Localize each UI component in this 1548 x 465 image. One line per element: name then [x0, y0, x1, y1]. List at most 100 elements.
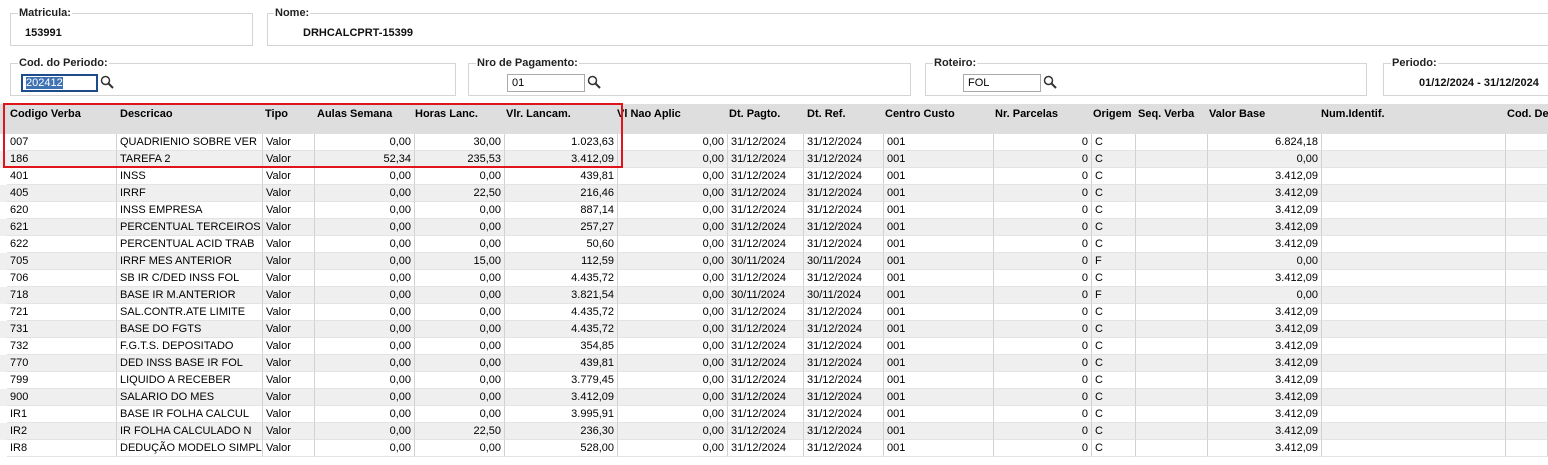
cell-valor-base[interactable]: 3.412,09 — [1208, 168, 1322, 185]
cell-centro-custo[interactable]: 001 — [884, 355, 994, 372]
cell-dt-pagto[interactable]: 31/12/2024 — [728, 355, 804, 372]
cell-codigo-verba[interactable]: IR1 — [7, 406, 117, 423]
cell-origem[interactable]: C — [1092, 270, 1136, 287]
cell-cod-de[interactable] — [1506, 287, 1548, 304]
cell-vl-nao-aplic[interactable]: 0,00 — [618, 134, 728, 151]
cell-descricao[interactable]: BASE IR FOLHA CALCUL — [117, 406, 263, 423]
cell-descricao[interactable]: PERCENTUAL ACID TRAB — [117, 236, 263, 253]
cell-horas-lanc[interactable]: 0,00 — [415, 372, 505, 389]
cell-valor-base[interactable]: 3.412,09 — [1208, 236, 1322, 253]
cell-tipo[interactable]: Valor — [263, 355, 315, 372]
cell-aulas-semana[interactable]: 0,00 — [315, 270, 415, 287]
cell-dt-pagto[interactable]: 31/12/2024 — [728, 372, 804, 389]
cell-vl-nao-aplic[interactable]: 0,00 — [618, 321, 728, 338]
cell-horas-lanc[interactable]: 0,00 — [415, 321, 505, 338]
cell-nr-parcelas[interactable]: 0 — [994, 219, 1092, 236]
cell-centro-custo[interactable]: 001 — [884, 304, 994, 321]
cell-aulas-semana[interactable]: 0,00 — [315, 219, 415, 236]
cell-tipo[interactable]: Valor — [263, 338, 315, 355]
cell-seq-verba[interactable] — [1136, 168, 1208, 185]
cell-horas-lanc[interactable]: 0,00 — [415, 304, 505, 321]
cell-aulas-semana[interactable]: 0,00 — [315, 355, 415, 372]
cell-tipo[interactable]: Valor — [263, 168, 315, 185]
cell-dt-ref[interactable]: 31/12/2024 — [804, 423, 884, 440]
cell-vl-nao-aplic[interactable]: 0,00 — [618, 185, 728, 202]
table-row[interactable]: IR2 IR FOLHA CALCULADO N Valor 0,00 22,50 236… — [0, 423, 1548, 440]
cell-vl-nao-aplic[interactable]: 0,00 — [618, 168, 728, 185]
cell-aulas-semana[interactable]: 0,00 — [315, 389, 415, 406]
cell-vlr-lancam[interactable]: 236,30 — [505, 423, 618, 440]
cell-codigo-verba[interactable]: 007 — [7, 134, 117, 151]
cell-vl-nao-aplic[interactable]: 0,00 — [618, 440, 728, 457]
cell-centro-custo[interactable]: 001 — [884, 270, 994, 287]
cell-seq-verba[interactable] — [1136, 270, 1208, 287]
header-origem[interactable]: Origem — [1093, 108, 1132, 120]
cell-origem[interactable]: C — [1092, 321, 1136, 338]
table-row[interactable]: 732 F.G.T.S. DEPOSITADO Valor 0,00 0,00 354,8… — [0, 338, 1548, 355]
cell-vl-nao-aplic[interactable]: 0,00 — [618, 253, 728, 270]
cell-origem[interactable]: C — [1092, 304, 1136, 321]
cell-centro-custo[interactable]: 001 — [884, 321, 994, 338]
table-row[interactable]: 007 QUADRIENIO SOBRE VER Valor 0,00 30,00 1.0… — [0, 134, 1548, 151]
cell-nr-parcelas[interactable]: 0 — [994, 338, 1092, 355]
cell-vl-nao-aplic[interactable]: 0,00 — [618, 236, 728, 253]
cell-seq-verba[interactable] — [1136, 134, 1208, 151]
cell-cod-de[interactable] — [1506, 389, 1548, 406]
cell-valor-base[interactable]: 3.412,09 — [1208, 440, 1322, 457]
cell-origem[interactable]: F — [1092, 253, 1136, 270]
cell-aulas-semana[interactable]: 0,00 — [315, 406, 415, 423]
cell-vlr-lancam[interactable]: 1.023,63 — [505, 134, 618, 151]
cell-valor-base[interactable]: 3.412,09 — [1208, 185, 1322, 202]
cell-origem[interactable]: C — [1092, 202, 1136, 219]
cell-codigo-verba[interactable]: 622 — [7, 236, 117, 253]
cell-origem[interactable]: C — [1092, 423, 1136, 440]
cell-cod-de[interactable] — [1506, 338, 1548, 355]
cell-codigo-verba[interactable]: IR8 — [7, 440, 117, 457]
cell-dt-pagto[interactable]: 31/12/2024 — [728, 185, 804, 202]
cell-aulas-semana[interactable]: 0,00 — [315, 372, 415, 389]
cell-origem[interactable]: C — [1092, 134, 1136, 151]
table-row[interactable]: 731 BASE DO FGTS Valor 0,00 0,00 4.435,72 0,00… — [0, 321, 1548, 338]
cell-valor-base[interactable]: 3.412,09 — [1208, 355, 1322, 372]
header-tipo[interactable]: Tipo — [265, 108, 288, 120]
cell-cod-de[interactable] — [1506, 355, 1548, 372]
cell-centro-custo[interactable]: 001 — [884, 202, 994, 219]
table-row[interactable]: IR1 BASE IR FOLHA CALCUL Valor 0,00 0,00 3.99… — [0, 406, 1548, 423]
cell-centro-custo[interactable]: 001 — [884, 219, 994, 236]
cell-codigo-verba[interactable]: 621 — [7, 219, 117, 236]
cell-tipo[interactable]: Valor — [263, 185, 315, 202]
cell-nr-parcelas[interactable]: 0 — [994, 372, 1092, 389]
header-centro-custo[interactable]: Centro Custo — [885, 108, 955, 120]
cell-num-identif[interactable] — [1322, 202, 1506, 219]
cell-vlr-lancam[interactable]: 3.412,09 — [505, 389, 618, 406]
cell-valor-base[interactable]: 3.412,09 — [1208, 423, 1322, 440]
cell-cod-de[interactable] — [1506, 321, 1548, 338]
cell-vl-nao-aplic[interactable]: 0,00 — [618, 270, 728, 287]
cell-cod-de[interactable] — [1506, 168, 1548, 185]
table-row[interactable]: 706 SB IR C/DED INSS FOL Valor 0,00 0,00 4.43… — [0, 270, 1548, 287]
cell-codigo-verba[interactable]: 186 — [7, 151, 117, 168]
cell-codigo-verba[interactable]: 405 — [7, 185, 117, 202]
cell-nr-parcelas[interactable]: 0 — [994, 440, 1092, 457]
cell-aulas-semana[interactable]: 0,00 — [315, 423, 415, 440]
cell-nr-parcelas[interactable]: 0 — [994, 270, 1092, 287]
cell-dt-pagto[interactable]: 31/12/2024 — [728, 236, 804, 253]
cell-horas-lanc[interactable]: 0,00 — [415, 355, 505, 372]
cell-num-identif[interactable] — [1322, 372, 1506, 389]
cell-dt-ref[interactable]: 31/12/2024 — [804, 151, 884, 168]
cell-cod-de[interactable] — [1506, 406, 1548, 423]
cell-dt-ref[interactable]: 31/12/2024 — [804, 372, 884, 389]
cell-descricao[interactable]: INSS — [117, 168, 263, 185]
header-num-identif[interactable]: Num.Identif. — [1321, 108, 1385, 120]
roteiro-input[interactable]: FOL — [963, 74, 1041, 92]
cell-valor-base[interactable]: 3.412,09 — [1208, 219, 1322, 236]
cell-vlr-lancam[interactable]: 4.435,72 — [505, 304, 618, 321]
table-row[interactable]: 721 SAL.CONTR.ATE LIMITE Valor 0,00 0,00 4.43… — [0, 304, 1548, 321]
cell-descricao[interactable]: QUADRIENIO SOBRE VER — [117, 134, 263, 151]
cell-centro-custo[interactable]: 001 — [884, 185, 994, 202]
cell-num-identif[interactable] — [1322, 185, 1506, 202]
cell-dt-ref[interactable]: 31/12/2024 — [804, 338, 884, 355]
magnifier-icon[interactable] — [100, 75, 114, 89]
cell-origem[interactable]: C — [1092, 236, 1136, 253]
cell-nr-parcelas[interactable]: 0 — [994, 185, 1092, 202]
